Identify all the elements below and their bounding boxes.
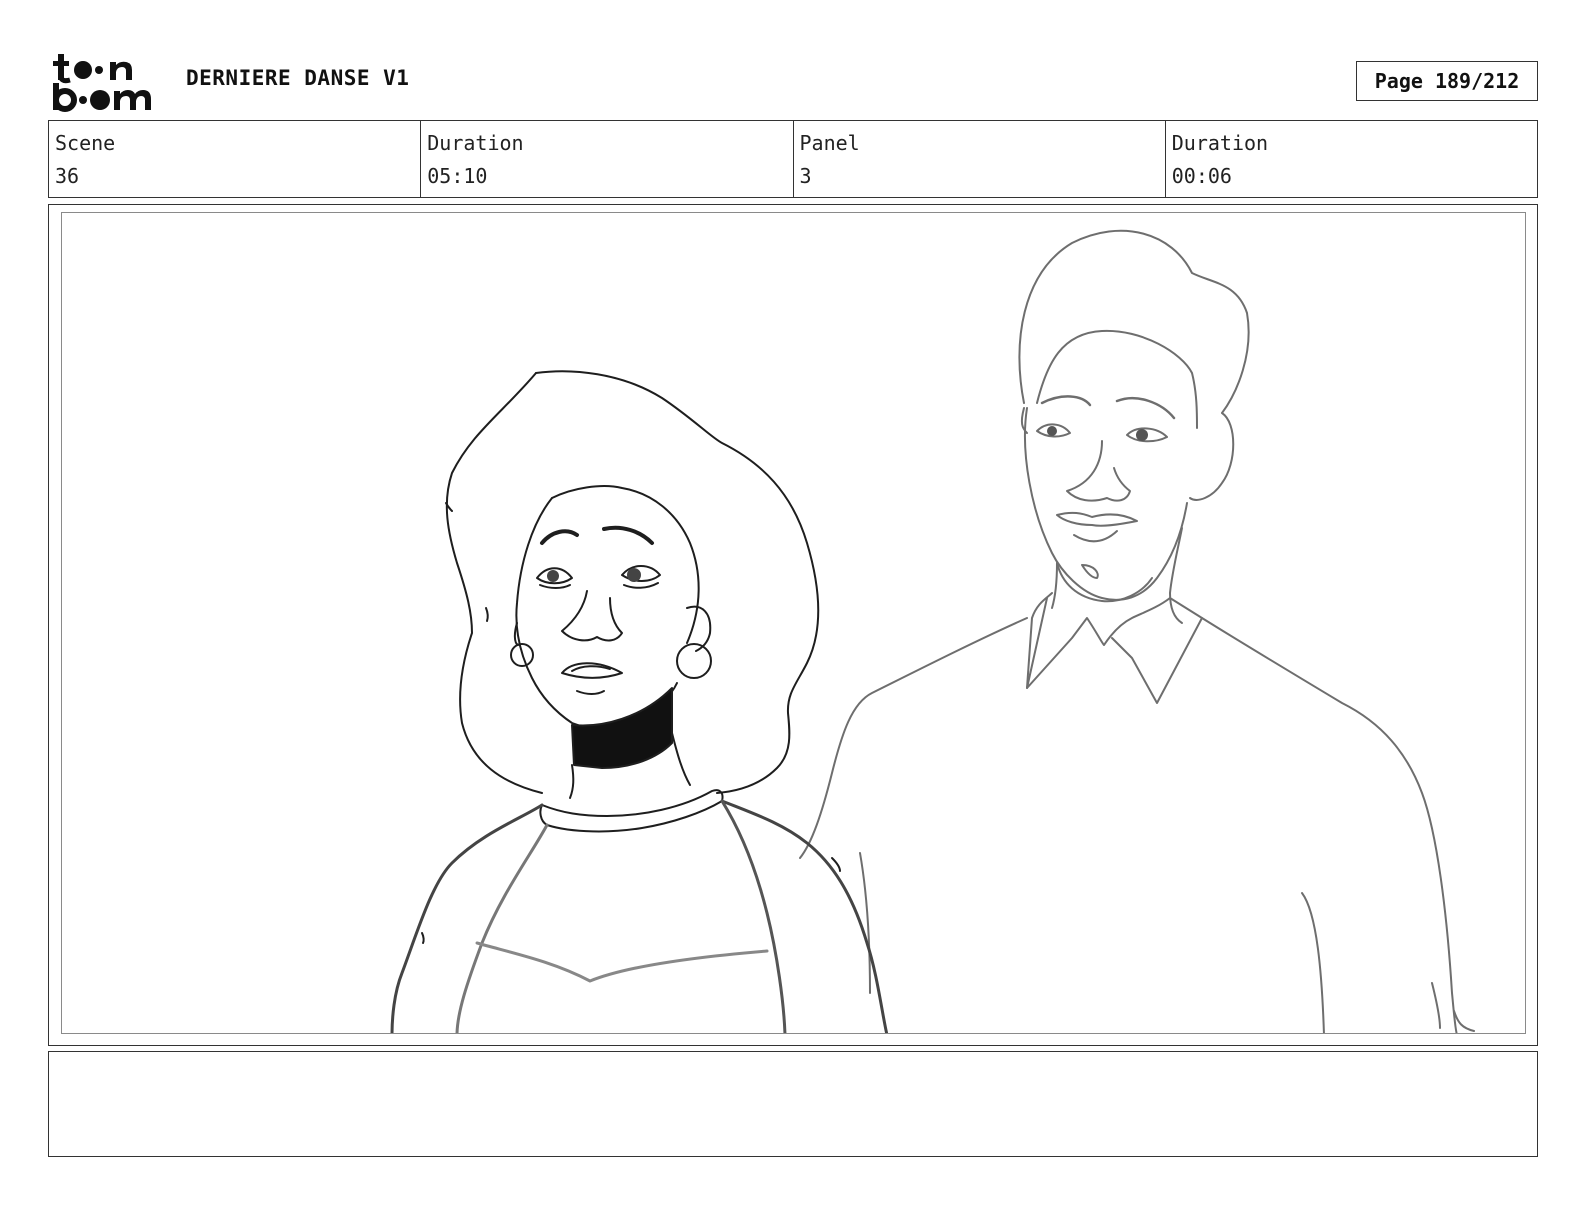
panel-label: Panel: [799, 131, 860, 155]
toonboom-logo: [52, 50, 164, 112]
scene-label: Scene: [55, 131, 116, 155]
scene-duration-cell: Duration 05:10: [421, 121, 794, 197]
scene-duration-label: Duration: [427, 131, 524, 155]
project-title: DERNIERE DANSE V1: [186, 66, 410, 90]
panel-frame: [48, 204, 1538, 1046]
panel-notes: [48, 1051, 1538, 1157]
panel-image-area: [61, 212, 1526, 1034]
page-indicator: Page 189/212: [1356, 61, 1538, 101]
man-figure: [799, 229, 1475, 1033]
panel-duration-value: 00:06: [1171, 164, 1232, 188]
toonboom-logo-icon: [53, 54, 151, 112]
woman-figure: [390, 370, 889, 1033]
scene-duration-value: 05:10: [427, 164, 488, 188]
panel-duration-label: Duration: [1171, 131, 1269, 155]
panel-value: 3: [799, 164, 812, 188]
scene-info-table: Scene 36 Duration 05:10 Panel 3 Duration…: [48, 120, 1538, 198]
panel-duration-cell: Duration 00:06: [1166, 121, 1537, 197]
panel-cell: Panel 3: [794, 121, 1166, 197]
scene-value: 36: [55, 164, 80, 188]
storyboard-sketch: [390, 229, 1475, 1033]
scene-cell: Scene 36: [49, 121, 422, 197]
